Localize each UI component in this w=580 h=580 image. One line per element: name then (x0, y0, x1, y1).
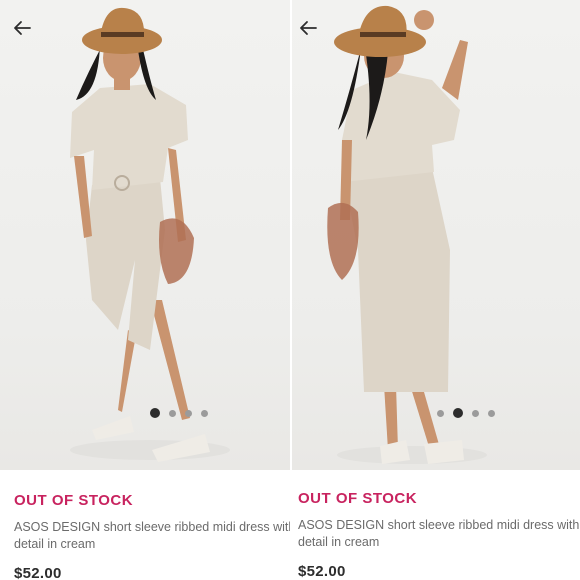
product-card-right: OUT OF STOCK ASOS DESIGN short sleeve ri… (292, 0, 580, 580)
stock-status: OUT OF STOCK (298, 490, 418, 507)
carousel-dot[interactable] (488, 409, 495, 417)
carousel-dot[interactable] (169, 409, 176, 417)
product-title[interactable]: ASOS DESIGN short sleeve ribbed midi dre… (298, 517, 580, 551)
carousel-dot[interactable] (150, 408, 160, 418)
arrow-left-icon (14, 21, 31, 35)
product-photo[interactable] (292, 0, 580, 470)
carousel-dot[interactable] (453, 408, 463, 418)
arrow-left-icon (300, 21, 317, 35)
model-front-illustration (70, 7, 230, 462)
product-card-left: OUT OF STOCK ASOS DESIGN short sleeve ri… (0, 0, 290, 580)
carousel-dot[interactable] (201, 409, 208, 417)
carousel-dot[interactable] (185, 409, 192, 417)
carousel-indicators (437, 408, 495, 418)
product-photo[interactable] (0, 0, 290, 470)
carousel-indicators (150, 408, 208, 418)
back-button[interactable] (10, 16, 34, 40)
product-info: OUT OF STOCK ASOS DESIGN short sleeve ri… (292, 470, 580, 580)
carousel-dot[interactable] (437, 409, 444, 417)
product-title[interactable]: ASOS DESIGN short sleeve ribbed midi dre… (14, 519, 290, 553)
carousel-dot[interactable] (472, 409, 479, 417)
back-button[interactable] (296, 16, 320, 40)
product-price: $52.00 (14, 565, 62, 580)
model-back-illustration (327, 5, 487, 464)
product-info: OUT OF STOCK ASOS DESIGN short sleeve ri… (0, 470, 290, 580)
stock-status: OUT OF STOCK (14, 492, 134, 509)
product-price: $52.00 (298, 563, 346, 580)
